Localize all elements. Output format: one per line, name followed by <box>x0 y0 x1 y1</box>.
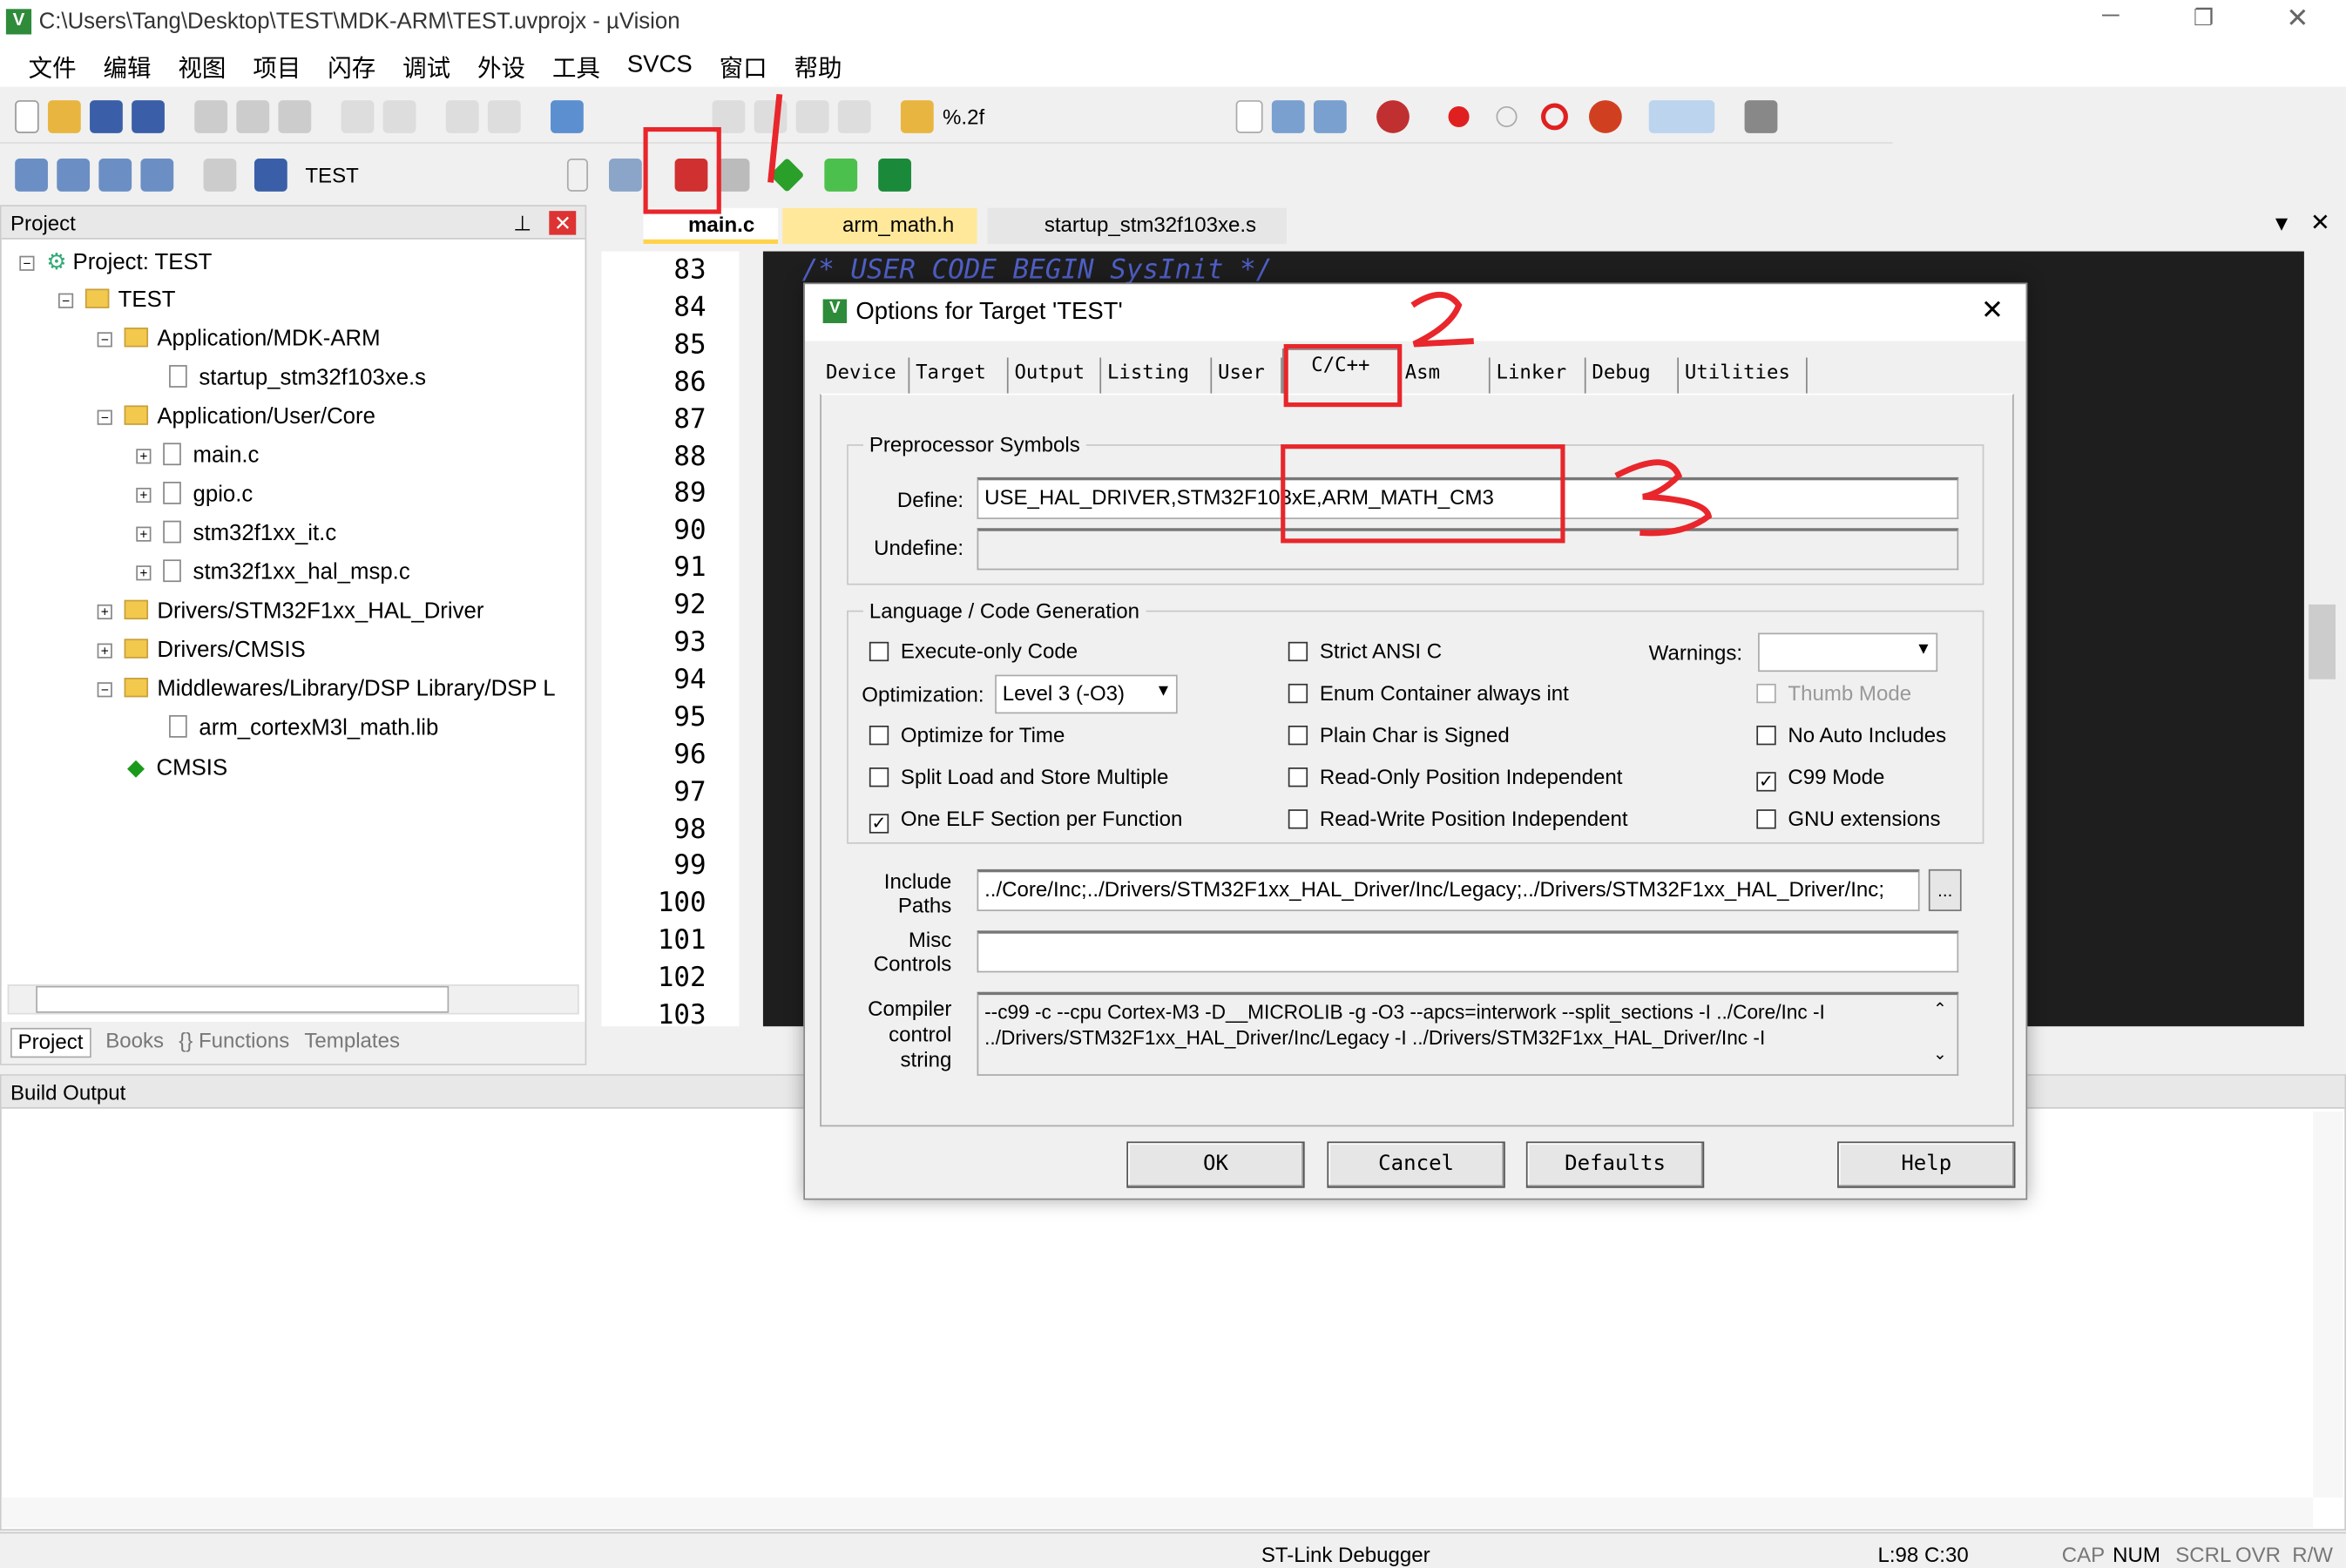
annotation-number-2 <box>1410 292 1474 348</box>
annotation-marks <box>767 93 1713 537</box>
annotation-number-1 <box>767 93 783 183</box>
annotation-number-3 <box>1614 459 1713 537</box>
